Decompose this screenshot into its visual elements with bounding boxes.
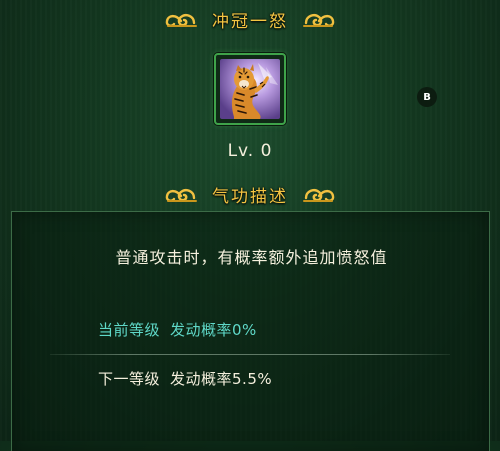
cloud-ornament-left-icon [164,183,198,205]
skill-icon-frame[interactable] [214,53,286,125]
next-level-label: 下一等级 [98,370,161,388]
skill-name: 冲冠一怒 [212,11,288,32]
next-level-line: 下一等级 发动概率5.5% [98,368,272,389]
b-badge: B [417,87,437,107]
skill-level: Lv. 0 [227,141,273,161]
section-title-row: 气功描述 [0,179,500,209]
current-level-line: 当前等级 发动概率0% [98,319,257,340]
next-level-value: 发动概率5.5% [170,370,273,388]
current-level-label: 当前等级 [98,321,161,339]
description-panel: 普通攻击时，有概率额外追加愤怒值 当前等级 发动概率0% 下一等级 发动概率5.5% [11,211,490,451]
tiger-skill-icon [220,59,280,119]
cloud-ornament-left-icon [164,8,198,30]
current-level-value: 发动概率0% [170,321,257,339]
cloud-ornament-right-icon [302,183,336,205]
section-title: 气功描述 [212,186,288,207]
effect-description: 普通攻击时，有概率额外追加愤怒值 [115,248,388,267]
cloud-ornament-right-icon [302,8,336,30]
skill-title-row: 冲冠一怒 [0,4,500,34]
divider [50,354,450,355]
